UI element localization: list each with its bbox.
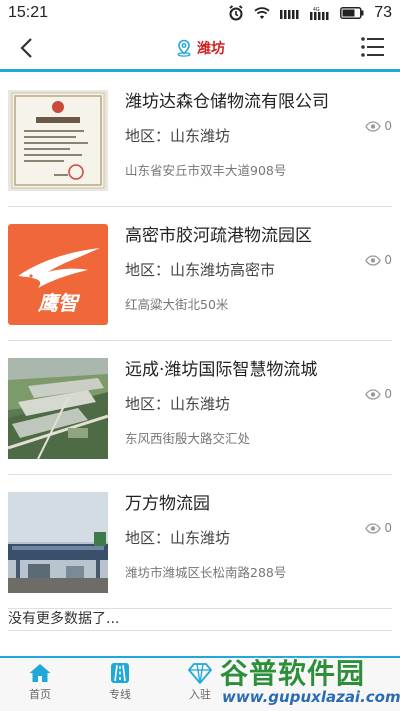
- back-arrow-icon: [20, 38, 32, 58]
- region-prefix: 地区：: [125, 261, 171, 279]
- site-watermark: 谷普软件园 www.gupuxlazai.com: [216, 652, 400, 711]
- location-pin-icon: [177, 39, 191, 57]
- item-title: 潍坊达森仓储物流有限公司: [125, 92, 329, 112]
- aerial-rendering-thumbnail: [8, 358, 108, 459]
- view-count: 0: [365, 387, 392, 401]
- eye-icon: [365, 522, 382, 534]
- signal-icon: [280, 7, 300, 19]
- region-prefix: 地区：: [125, 127, 171, 145]
- watermark-url: www.gupuxlazai.com: [222, 688, 400, 706]
- list-end-divider: [8, 630, 392, 631]
- item-address: 红高粱大街北50米: [125, 297, 229, 312]
- app-header: 潍坊: [0, 26, 400, 72]
- list-menu-icon: [361, 37, 384, 57]
- region-value: 山东潍坊: [170, 529, 231, 547]
- status-time: 15:21: [8, 4, 49, 21]
- back-button[interactable]: [14, 34, 38, 62]
- item-title: 万方物流园: [125, 494, 210, 514]
- nav-label: 首页: [29, 688, 51, 701]
- item-address: 潍坊市潍城区长松南路288号: [125, 565, 287, 580]
- battery-icon: [340, 7, 364, 19]
- item-address: 山东省安丘市双丰大道908号: [125, 163, 287, 178]
- signal-4g-icon: 4G: [310, 6, 330, 20]
- item-address: 东风西街殷大路交汇处: [125, 431, 251, 446]
- battery-level: 73: [374, 4, 392, 21]
- view-count-value: 0: [384, 253, 392, 267]
- diamond-icon: [188, 663, 212, 684]
- no-more-data-text: 没有更多数据了...: [8, 611, 120, 627]
- view-count-value: 0: [384, 119, 392, 133]
- watermark-logo: 谷普软件园: [220, 657, 366, 690]
- item-title: 远成·潍坊国际智慧物流城: [125, 360, 318, 380]
- item-region: 地区：山东潍坊: [125, 125, 230, 146]
- view-count: 0: [365, 119, 392, 133]
- road-icon: [111, 663, 129, 683]
- view-count-value: 0: [384, 521, 392, 535]
- alarm-icon: [228, 5, 244, 21]
- logistics-gate-thumbnail: [8, 492, 108, 593]
- business-license-thumbnail: [8, 90, 108, 191]
- nav-label: 专线: [109, 688, 131, 701]
- item-region: 地区：山东潍坊高密市: [125, 259, 275, 280]
- menu-button[interactable]: [360, 36, 386, 60]
- home-icon: [29, 664, 51, 682]
- list-item[interactable]: 万方物流园 地区：山东潍坊 潍坊市潍城区长松南路288号 0: [8, 475, 392, 609]
- item-title: 高密市胶河疏港物流园区: [125, 226, 312, 246]
- list-item[interactable]: 远成·潍坊国际智慧物流城 地区：山东潍坊 东风西街殷大路交汇处 0: [8, 341, 392, 475]
- region-value: 山东潍坊: [170, 127, 231, 145]
- region-value: 山东潍坊高密市: [170, 261, 276, 279]
- list-item[interactable]: 潍坊达森仓储物流有限公司 地区：山东潍坊 山东省安丘市双丰大道908号 0: [8, 73, 392, 207]
- eye-icon: [365, 254, 382, 266]
- region-prefix: 地区：: [125, 395, 171, 413]
- status-bar: 15:21 4G 73: [0, 0, 400, 26]
- location-title: 潍坊: [197, 40, 225, 57]
- location-selector[interactable]: 潍坊: [175, 38, 225, 58]
- eagle-logo-thumbnail: 鹰智: [8, 224, 108, 325]
- eye-icon: [365, 388, 382, 400]
- nav-item-home[interactable]: 首页: [0, 658, 80, 711]
- view-count: 0: [365, 521, 392, 535]
- list-item[interactable]: 鹰智 高密市胶河疏港物流园区 地区：山东潍坊高密市 红高粱大街北50米 0: [8, 207, 392, 341]
- view-count: 0: [365, 253, 392, 267]
- region-value: 山东潍坊: [170, 395, 231, 413]
- item-region: 地区：山东潍坊: [125, 527, 230, 548]
- eye-icon: [365, 120, 382, 132]
- item-region: 地区：山东潍坊: [125, 393, 230, 414]
- logistics-park-list: 潍坊达森仓储物流有限公司 地区：山东潍坊 山东省安丘市双丰大道908号 0 鹰智…: [0, 73, 400, 609]
- region-prefix: 地区：: [125, 529, 171, 547]
- view-count-value: 0: [384, 387, 392, 401]
- nav-label: 入驻: [189, 688, 211, 701]
- wifi-icon: [254, 6, 270, 20]
- nav-item-route[interactable]: 专线: [80, 658, 160, 711]
- eagle-logo-text: 鹰智: [37, 291, 81, 315]
